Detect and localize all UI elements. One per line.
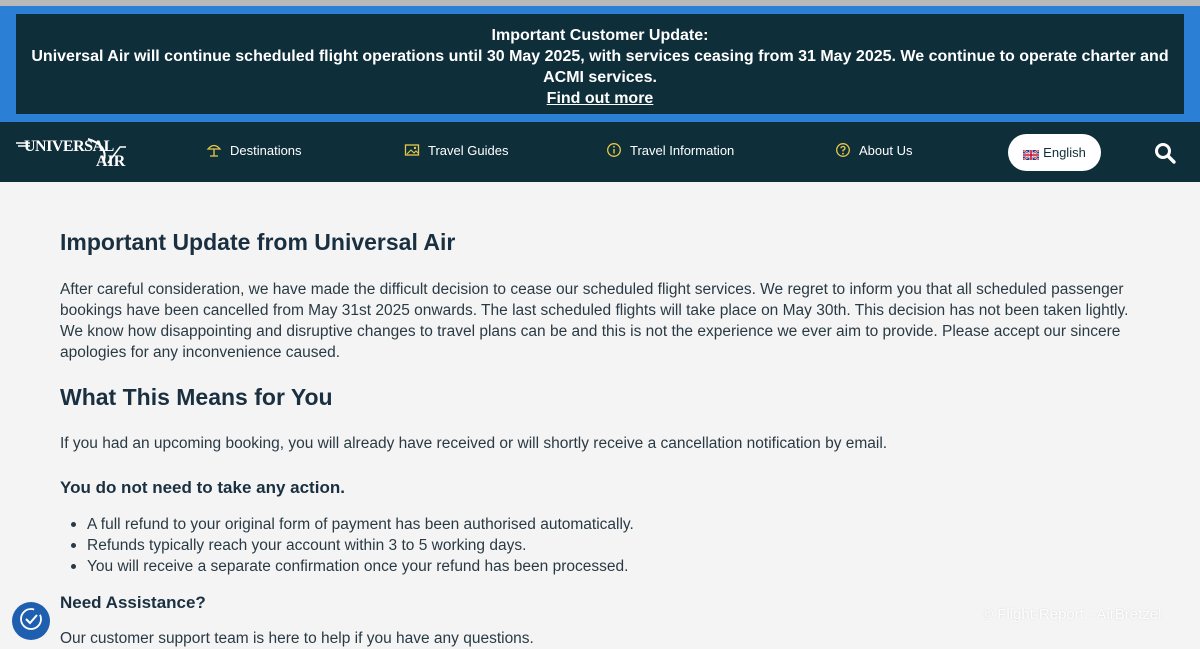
cookie-consent-button[interactable] xyxy=(12,602,50,640)
info-circle-icon xyxy=(606,142,622,158)
universal-air-logo[interactable]: UNIVERSAL AIR xyxy=(16,135,138,170)
nav-about-us-label: About Us xyxy=(859,142,913,158)
nav-travel-information-label: Travel Information xyxy=(630,142,735,158)
nav-destinations-label: Destinations xyxy=(230,142,302,158)
support-text: Our customer support team is here to hel… xyxy=(60,630,534,647)
beach-umbrella-icon xyxy=(206,142,222,158)
svg-text:AIR: AIR xyxy=(96,153,126,169)
cookie-settings-icon xyxy=(18,606,44,637)
banner-text: Universal Air will continue scheduled fl… xyxy=(31,48,1169,86)
page-title: Important Update from Universal Air xyxy=(60,229,456,255)
list-item: A full refund to your original form of p… xyxy=(71,516,634,533)
banner-inner: Important Customer Update: Universal Air… xyxy=(16,14,1184,114)
uk-flag-icon xyxy=(1022,148,1040,161)
find-out-more-link[interactable]: Find out more xyxy=(547,88,654,109)
nav-about-us[interactable]: About Us xyxy=(835,142,912,158)
banner-title: Important Customer Update: xyxy=(491,27,709,44)
photo-watermark: © Flight-Report - AirBretzel xyxy=(982,606,1162,623)
nav-travel-information[interactable]: Travel Information xyxy=(606,142,734,158)
list-item: You will receive a separate confirmation… xyxy=(71,556,634,577)
list-item: Refunds typically reach your account wit… xyxy=(71,535,634,556)
what-this-means-heading: What This Means for You xyxy=(60,384,333,410)
intro-paragraph: After careful consideration, we have mad… xyxy=(60,281,1129,361)
nav-destinations[interactable]: Destinations xyxy=(206,142,302,158)
main-navigation: UNIVERSAL AIR Destinations Travel Guides… xyxy=(0,122,1200,182)
need-assistance-heading: Need Assistance? xyxy=(60,593,206,612)
language-selector-button[interactable]: English xyxy=(1008,134,1101,171)
customer-update-banner: Important Customer Update: Universal Air… xyxy=(0,6,1200,122)
no-action-heading: You do not need to take any action. xyxy=(60,478,345,497)
search-icon[interactable] xyxy=(1153,141,1177,165)
refund-bullet-list: A full refund to your original form of p… xyxy=(71,514,634,577)
image-icon xyxy=(404,142,420,158)
booking-notice-text: If you had an upcoming booking, you will… xyxy=(60,435,888,452)
nav-travel-guides[interactable]: Travel Guides xyxy=(404,142,508,158)
language-label: English xyxy=(1043,145,1086,160)
question-circle-icon xyxy=(835,142,851,158)
nav-travel-guides-label: Travel Guides xyxy=(428,142,509,158)
